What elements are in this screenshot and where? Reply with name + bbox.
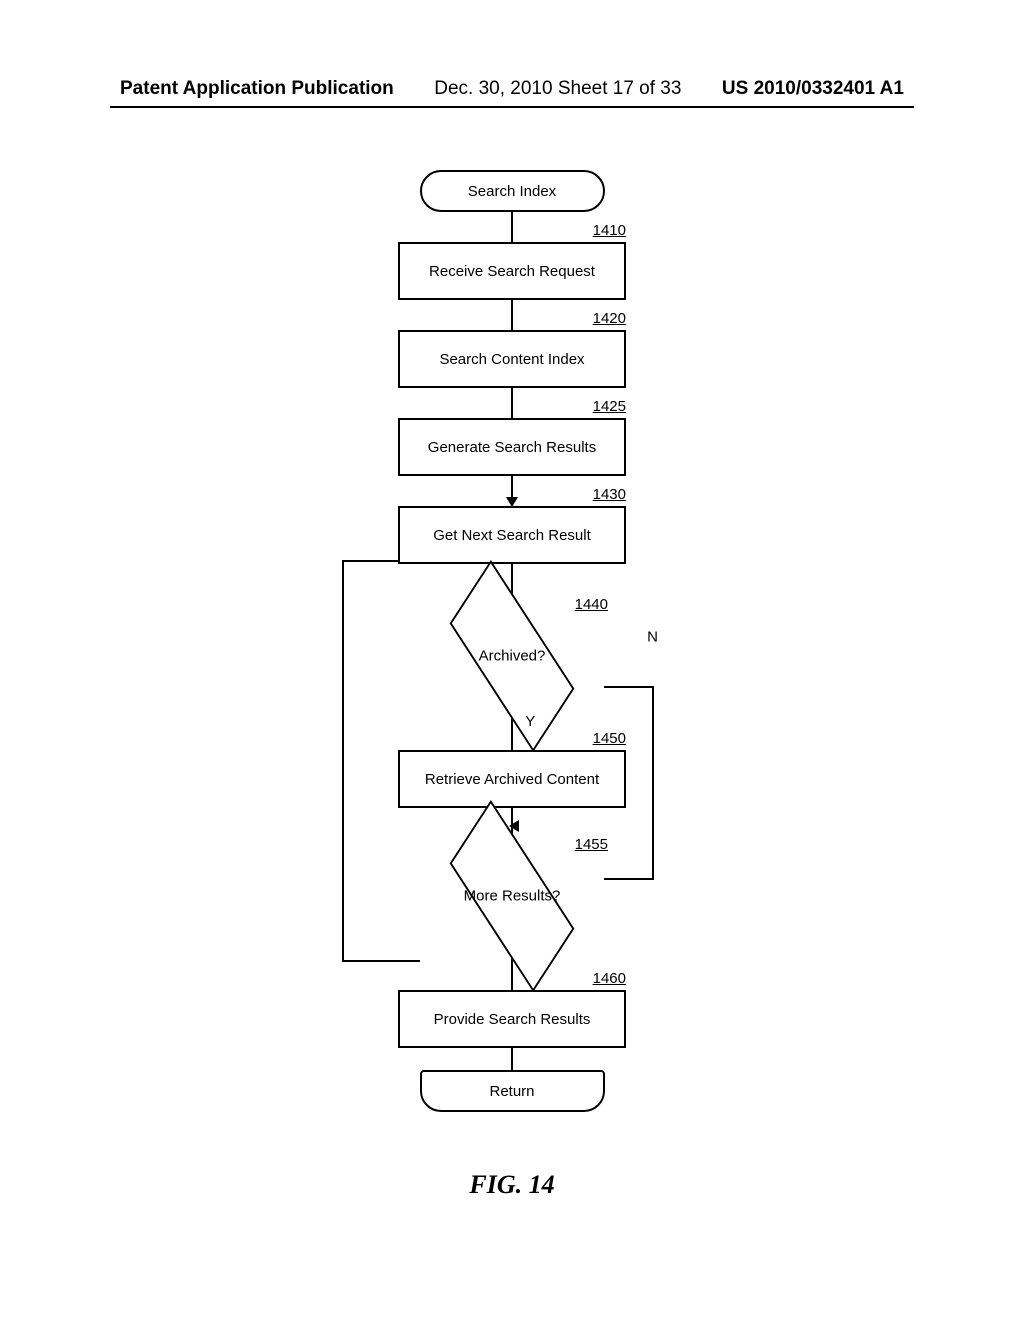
page: Patent Application Publication Dec. 30, … — [0, 0, 1024, 1320]
flowchart: Search Index 1410 Receive Search Request… — [0, 170, 1024, 1112]
ref-1425: 1425 — [593, 398, 626, 415]
header-rule — [110, 106, 914, 108]
process-label: Get Next Search Result — [433, 527, 591, 544]
ref-1430: 1430 — [593, 486, 626, 503]
process-label: Generate Search Results — [428, 439, 596, 456]
branch-no: N — [647, 628, 658, 645]
connector — [511, 212, 513, 242]
bypass-no-line — [604, 686, 654, 880]
branch-yes: Y — [525, 713, 535, 730]
ref-1420: 1420 — [593, 310, 626, 327]
bypass-no-top — [604, 686, 654, 688]
decision-label: Archived? — [398, 648, 626, 665]
connector — [511, 388, 513, 418]
process-search-index: 1420 Search Content Index — [398, 330, 626, 388]
header-row: Patent Application Publication Dec. 30, … — [0, 78, 1024, 106]
start-label: Search Index — [468, 183, 556, 200]
header-right: US 2010/0332401 A1 — [722, 78, 904, 100]
process-generate-results: 1425 Generate Search Results — [398, 418, 626, 476]
decision-label: More Results? — [398, 888, 626, 905]
process-label: Retrieve Archived Content — [425, 771, 599, 788]
terminator-end: Return — [420, 1070, 605, 1112]
loopback-top-horiz — [342, 560, 398, 562]
arrowhead-down-icon — [506, 497, 518, 507]
connector — [511, 300, 513, 330]
page-header: Patent Application Publication Dec. 30, … — [0, 78, 1024, 108]
loopback-left-vert — [342, 560, 344, 960]
flow-column: Search Index 1410 Receive Search Request… — [382, 170, 642, 1112]
loopback-bottom-horiz — [342, 960, 420, 962]
figure-caption: FIG. 14 — [0, 1170, 1024, 1200]
figure-caption-text: FIG. 14 — [469, 1170, 554, 1199]
header-left: Patent Application Publication — [120, 78, 394, 100]
process-label: Provide Search Results — [434, 1011, 591, 1028]
ref-1455: 1455 — [575, 836, 608, 853]
header-mid: Dec. 30, 2010 Sheet 17 of 33 — [434, 78, 681, 100]
connector — [511, 1048, 513, 1070]
process-label: Search Content Index — [439, 351, 584, 368]
process-provide-results: 1460 Provide Search Results — [398, 990, 626, 1048]
process-receive-request: 1410 Receive Search Request — [398, 242, 626, 300]
process-label: Receive Search Request — [429, 263, 595, 280]
ref-1460: 1460 — [593, 970, 626, 987]
process-get-next: 1430 Get Next Search Result — [398, 506, 626, 564]
decision-archived: 1440 Archived? Y N — [398, 604, 626, 708]
process-retrieve-archived: 1450 Retrieve Archived Content — [398, 750, 626, 808]
decision-more-results: 1455 More Results? — [398, 844, 626, 948]
terminator-start: Search Index — [420, 170, 605, 212]
ref-1410: 1410 — [593, 222, 626, 239]
ref-1440: 1440 — [575, 596, 608, 613]
end-label: Return — [489, 1083, 534, 1100]
